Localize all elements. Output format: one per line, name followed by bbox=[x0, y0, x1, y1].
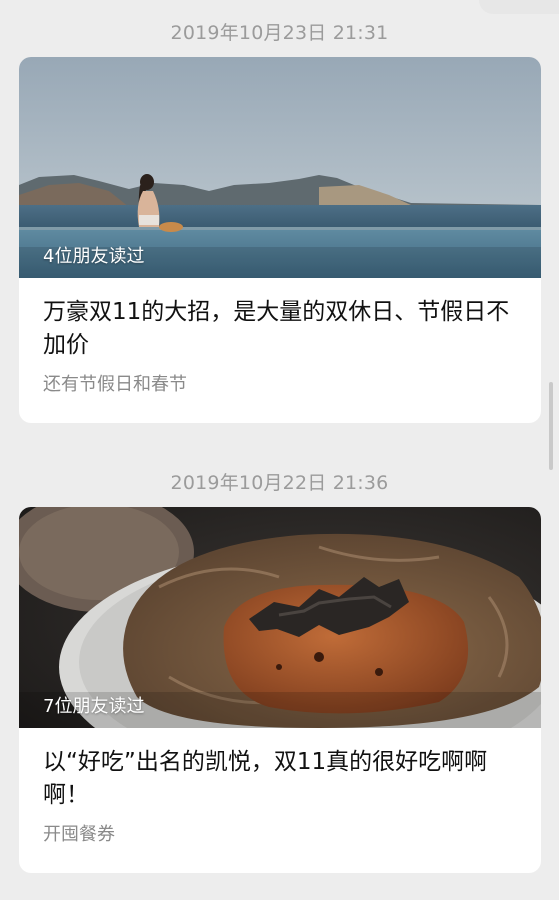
friends-read-badge: 4位朋友读过 bbox=[43, 246, 145, 267]
article-summary: 开囤餐券 bbox=[43, 824, 115, 845]
article-card[interactable]: 4位朋友读过 万豪双11的大招，是大量的双休日、节假日不加价 还有节假日和春节 bbox=[19, 57, 541, 423]
scrollbar[interactable] bbox=[549, 382, 553, 470]
article-card[interactable]: 7位朋友读过 以“好吃”出名的凯悦，双11真的很好吃啊啊啊！ 开囤餐券 bbox=[19, 507, 541, 873]
article-title: 以“好吃”出名的凯悦，双11真的很好吃啊啊啊！ bbox=[43, 749, 488, 808]
timestamp: 2019年10月23日 21:31 bbox=[170, 22, 389, 44]
article-cover-image: 4位朋友读过 bbox=[19, 57, 541, 278]
article-cover-image: 7位朋友读过 bbox=[19, 507, 541, 728]
article-feed: 2019年10月23日 21:31 4位朋友读过 万豪双11的大招，是大量的双休… bbox=[0, 0, 559, 900]
friends-read-badge: 7位朋友读过 bbox=[43, 696, 145, 717]
top-edge-decoration bbox=[479, 0, 559, 14]
timestamp: 2019年10月22日 21:36 bbox=[170, 472, 389, 494]
article-title: 万豪双11的大招，是大量的双休日、节假日不加价 bbox=[43, 299, 510, 358]
article-summary: 还有节假日和春节 bbox=[43, 374, 187, 395]
